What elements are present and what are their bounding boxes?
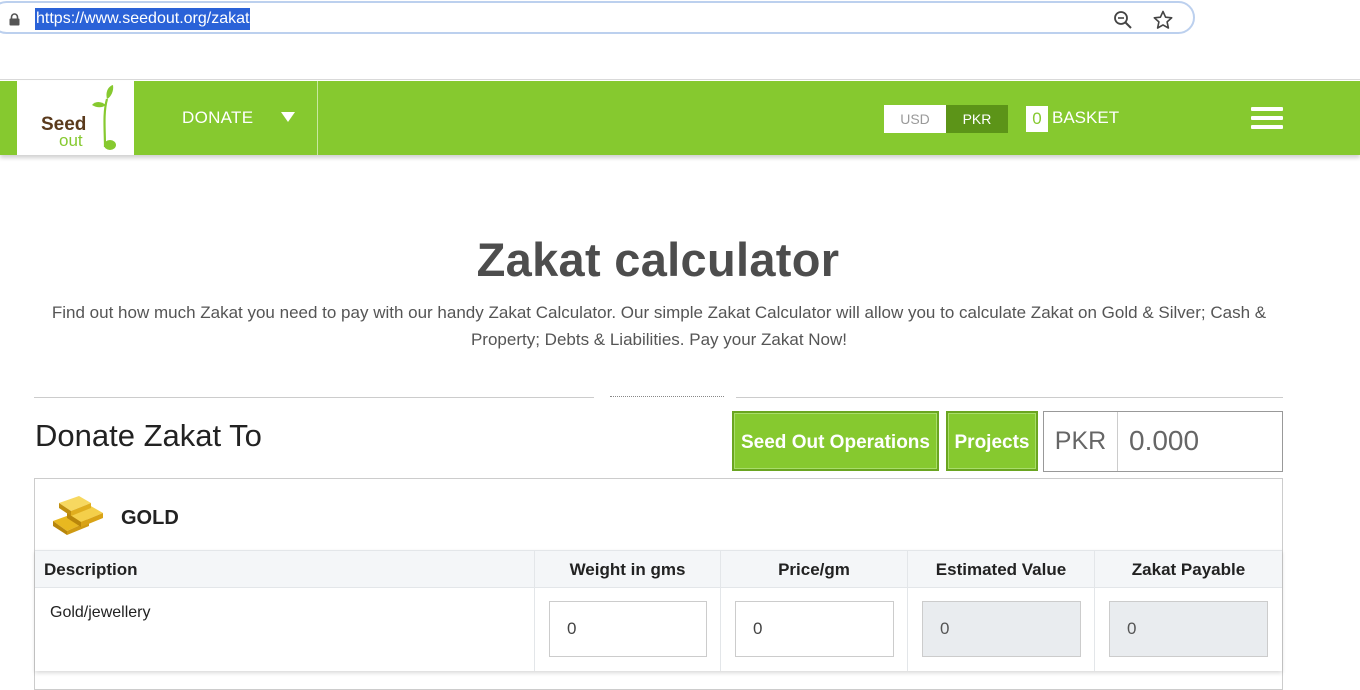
donate-label: DONATE [182, 108, 254, 127]
gold-title: GOLD [121, 507, 179, 529]
donate-zakat-heading: Donate Zakat To [35, 418, 262, 453]
donate-menu[interactable]: DONATE [134, 81, 318, 155]
hamburger-menu-icon[interactable] [1251, 107, 1283, 130]
browser-toolbar: https://www.seedout.org/zakat [0, 0, 1360, 80]
cell-price: 0 [720, 588, 907, 671]
page-description: Find out how much Zakat you need to pay … [51, 303, 1267, 349]
caret-down-icon [281, 112, 295, 122]
th-zakat-payable: Zakat Payable [1094, 551, 1282, 588]
url-text[interactable]: https://www.seedout.org/zakat [35, 8, 251, 30]
cell-weight: 0 [534, 588, 720, 671]
price-input[interactable]: 0 [735, 601, 894, 657]
seed-out-operations-button[interactable]: Seed Out Operations [732, 411, 939, 471]
gold-table: Description Weight in gms Price/gm Estim… [35, 550, 1282, 671]
basket-link[interactable]: BASKET [1052, 108, 1119, 128]
cell-estimated: 0 [907, 588, 1094, 671]
basket-count-badge[interactable]: 0 [1026, 106, 1048, 132]
amount-currency: PKR [1044, 412, 1118, 471]
bookmark-star-icon[interactable] [1152, 9, 1174, 31]
zoom-out-icon[interactable] [1113, 10, 1133, 30]
th-estimated-value: Estimated Value [907, 551, 1094, 588]
weight-input[interactable]: 0 [549, 601, 707, 657]
divider [736, 397, 1283, 398]
lock-icon [9, 13, 20, 26]
sprout-icon [92, 85, 116, 150]
estimated-value-field: 0 [922, 601, 1081, 657]
page-title: Zakat calculator [476, 233, 840, 286]
site-header: Seed out DONATE USD PKR 0 BASKET [0, 81, 1360, 155]
th-price: Price/gm [720, 551, 907, 588]
divider-dots [610, 396, 724, 397]
currency-usd-button[interactable]: USD [884, 105, 946, 133]
th-description: Description [44, 560, 138, 579]
amount-value[interactable]: 0.000 [1129, 412, 1199, 471]
gold-bars-icon [53, 496, 103, 535]
table-row: Gold/jewellery 0 0 0 0 [35, 588, 1282, 671]
address-bar[interactable]: https://www.seedout.org/zakat [0, 1, 1195, 34]
cell-zakat: 0 [1094, 588, 1282, 671]
projects-button[interactable]: Projects [946, 411, 1038, 471]
gold-panel: GOLD Description Weight in gms Price/gm … [34, 478, 1283, 690]
row-description: Gold/jewellery [50, 604, 151, 621]
divider [34, 397, 594, 398]
logo-out-text: out [59, 131, 83, 150]
th-weight: Weight in gms [534, 551, 720, 588]
amount-field[interactable]: PKR 0.000 [1043, 411, 1283, 472]
zakat-payable-field: 0 [1109, 601, 1268, 657]
currency-pkr-button[interactable]: PKR [946, 105, 1008, 133]
logo[interactable]: Seed out [17, 81, 134, 155]
table-header-row: Description Weight in gms Price/gm Estim… [35, 550, 1282, 588]
